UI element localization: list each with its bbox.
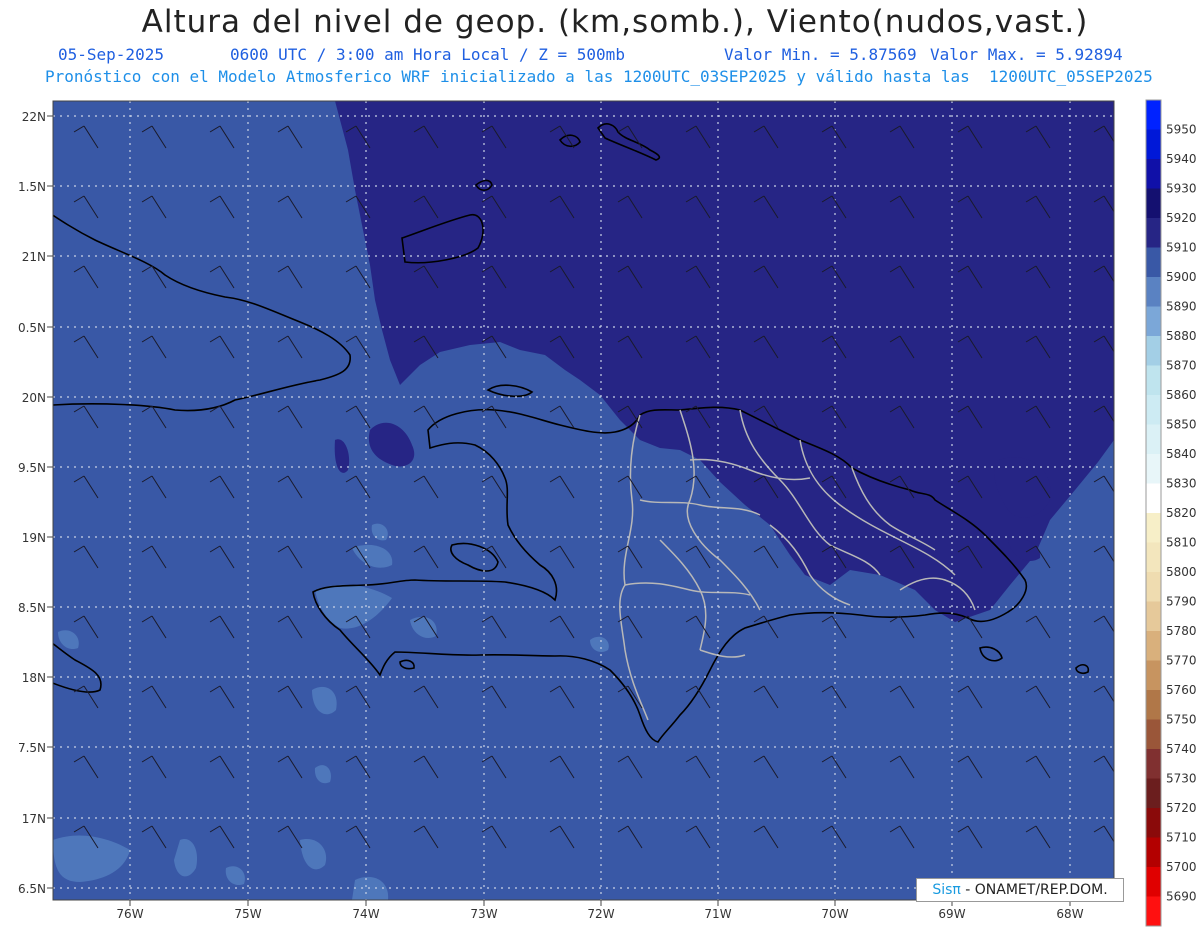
colorbar-label: 5920 — [1166, 211, 1197, 225]
colorbar-label: 5690 — [1166, 890, 1197, 904]
lat-label: 7.5N — [18, 741, 46, 755]
colorbar-swatch — [1146, 719, 1161, 750]
colorbar-label: 5940 — [1166, 152, 1197, 166]
colorbar-label: 5830 — [1166, 477, 1197, 491]
lat-label: 18N — [22, 671, 46, 685]
colorbar-swatch — [1146, 601, 1161, 632]
colorbar-swatch — [1146, 572, 1161, 602]
colorbar-swatch — [1146, 129, 1161, 160]
colorbar-label: 5930 — [1166, 182, 1197, 196]
lon-label: 73W — [470, 907, 497, 921]
colorbar-swatch — [1146, 306, 1161, 337]
colorbar-swatch — [1146, 365, 1161, 396]
colorbar-swatch — [1146, 218, 1161, 248]
lat-label: 6.5N — [18, 882, 46, 896]
lon-label: 69W — [938, 907, 965, 921]
colorbar-swatch — [1146, 424, 1161, 455]
colorbar-swatch — [1146, 513, 1161, 543]
colorbar-label: 5780 — [1166, 624, 1197, 638]
colorbar-label: 5740 — [1166, 742, 1197, 756]
sispi-logo: Sisπ — [932, 882, 961, 898]
colorbar-label: 5950 — [1166, 123, 1197, 137]
colorbar-label: 5760 — [1166, 683, 1197, 697]
lat-label: 1.5N — [18, 180, 46, 194]
colorbar-label: 5750 — [1166, 713, 1197, 727]
colorbar-label: 5730 — [1166, 772, 1197, 786]
colorbar-swatch — [1146, 778, 1161, 809]
lon-label: 74W — [352, 907, 379, 921]
colorbar-label: 5790 — [1166, 595, 1197, 609]
colorbar-swatch — [1146, 631, 1161, 661]
credit-box: Sisπ - ONAMET/REP.DOM. — [916, 878, 1124, 902]
colorbar-swatch — [1146, 837, 1161, 868]
lat-label: 0.5N — [18, 321, 46, 335]
colorbar-swatch — [1146, 454, 1161, 484]
lon-label: 75W — [234, 907, 261, 921]
colorbar-swatch — [1146, 395, 1161, 425]
longitude-labels: 76W 75W 74W 73W 72W 71W 70W 69W 68W — [116, 900, 1084, 921]
colorbar-label: 5720 — [1166, 801, 1197, 815]
lat-label: 20N — [22, 391, 46, 405]
credit-text: - ONAMET/REP.DOM. — [960, 882, 1108, 898]
colorbar-label: 5770 — [1166, 654, 1197, 668]
lat-label: 8.5N — [18, 601, 46, 615]
colorbar-label: 5870 — [1166, 359, 1197, 373]
lat-label: 17N — [22, 812, 46, 826]
colorbar-swatch — [1146, 188, 1161, 219]
colorbar-label: 5880 — [1166, 329, 1197, 343]
colorbar-swatch — [1146, 483, 1161, 514]
colorbar-swatch — [1146, 277, 1161, 307]
lon-label: 71W — [704, 907, 731, 921]
colorbar-swatch — [1146, 542, 1161, 573]
colorbar: 5950 5940 5930 5920 5910 5900 5890 5880 5870 5860… — [1145, 99, 1197, 927]
colorbar-swatch — [1146, 100, 1161, 130]
colorbar-label: 5840 — [1166, 447, 1197, 461]
colorbar-swatch — [1146, 808, 1161, 838]
colorbar-label: 5810 — [1166, 536, 1197, 550]
lat-label: 22N — [22, 110, 46, 124]
colorbar-swatch — [1146, 660, 1161, 691]
colorbar-swatch — [1146, 867, 1161, 897]
colorbar-label: 5850 — [1166, 418, 1197, 432]
colorbar-swatch — [1146, 247, 1161, 278]
lon-label: 70W — [821, 907, 848, 921]
colorbar-swatch — [1146, 336, 1161, 366]
colorbar-label: 5900 — [1166, 270, 1197, 284]
colorbar-label: 5800 — [1166, 565, 1197, 579]
lon-label: 68W — [1056, 907, 1083, 921]
colorbar-label: 5820 — [1166, 506, 1197, 520]
lat-label: 9.5N — [18, 461, 46, 475]
lat-label: 21N — [22, 250, 46, 264]
colorbar-label: 5890 — [1166, 300, 1197, 314]
colorbar-swatch — [1146, 749, 1161, 779]
lon-label: 72W — [587, 907, 614, 921]
lon-label: 76W — [116, 907, 143, 921]
latitude-labels: 22N 1.5N 21N 0.5N 20N 9.5N 19N 8.5N 18N 7.5N 17N 6.… — [18, 110, 53, 896]
colorbar-swatch — [1146, 690, 1161, 720]
colorbar-label: 5860 — [1166, 388, 1197, 402]
colorbar-label: 5910 — [1166, 241, 1197, 255]
colorbar-label: 5710 — [1166, 831, 1197, 845]
forecast-map: 22N 1.5N 21N 0.5N 20N 9.5N 19N 8.5N 18N 7.5N 17N 6.… — [18, 99, 1197, 927]
colorbar-label: 5700 — [1166, 860, 1197, 874]
colorbar-swatch — [1146, 159, 1161, 189]
colorbar-swatch — [1146, 896, 1161, 927]
lat-label: 19N — [22, 531, 46, 545]
